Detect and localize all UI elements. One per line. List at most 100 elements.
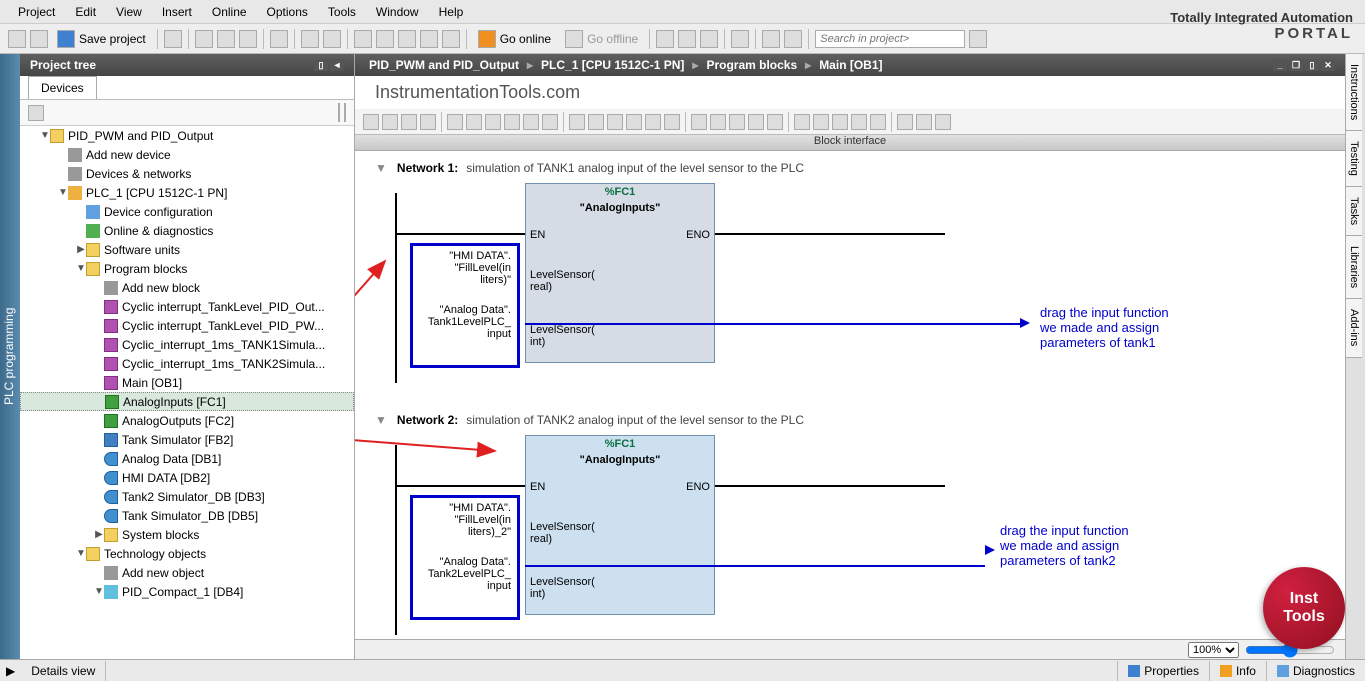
et-icon[interactable] <box>794 114 810 130</box>
tree-block-cyclic2[interactable]: Cyclic interrupt_TankLevel_PID_PW... <box>20 316 354 335</box>
tree-block-tanksimdb[interactable]: Tank Simulator_DB [DB5] <box>20 506 354 525</box>
et-icon[interactable] <box>504 114 520 130</box>
et-icon[interactable] <box>897 114 913 130</box>
et-icon[interactable] <box>767 114 783 130</box>
panel-controls[interactable]: ▯◄ <box>314 59 344 71</box>
et-icon[interactable] <box>523 114 539 130</box>
menu-insert[interactable]: Insert <box>152 5 202 19</box>
details-view-label[interactable]: Details view <box>21 661 106 681</box>
menu-online[interactable]: Online <box>202 5 257 19</box>
split-v-icon[interactable] <box>784 30 802 48</box>
tree-block-main[interactable]: Main [OB1] <box>20 373 354 392</box>
go-online-button[interactable]: Go online <box>473 27 556 51</box>
et-icon[interactable] <box>382 114 398 130</box>
tree-add-object[interactable]: Add new object <box>20 563 354 582</box>
start-icon[interactable] <box>442 30 460 48</box>
tree-block-tanksim[interactable]: Tank Simulator [FB2] <box>20 430 354 449</box>
tree-system-blocks[interactable]: ▶System blocks <box>20 525 354 544</box>
project-tree[interactable]: ▼PID_PWM and PID_Output Add new device D… <box>20 126 354 659</box>
tree-view2-icon[interactable] <box>344 103 346 122</box>
et-icon[interactable] <box>832 114 848 130</box>
zoom-select[interactable]: 100% <box>1188 642 1239 658</box>
tree-software-units[interactable]: ▶Software units <box>20 240 354 259</box>
tree-block-analogdata[interactable]: Analog Data [DB1] <box>20 449 354 468</box>
et-icon[interactable] <box>542 114 558 130</box>
tree-block-analoginputs[interactable]: AnalogInputs [FC1] <box>20 392 354 411</box>
tree-block-cyclic1[interactable]: Cyclic interrupt_TankLevel_PID_Out... <box>20 297 354 316</box>
menu-window[interactable]: Window <box>366 5 429 19</box>
et-icon[interactable] <box>729 114 745 130</box>
tree-pid-compact[interactable]: ▼PID_Compact_1 [DB4] <box>20 582 354 601</box>
tree-tool-icon[interactable] <box>28 105 44 121</box>
et-icon[interactable] <box>485 114 501 130</box>
et-icon[interactable] <box>748 114 764 130</box>
et-icon[interactable] <box>363 114 379 130</box>
editor-window-controls[interactable]: _❐▯✕ <box>1273 59 1335 71</box>
tab-properties[interactable]: Properties <box>1117 661 1209 681</box>
et-icon[interactable] <box>851 114 867 130</box>
tab-testing[interactable]: Testing <box>1346 131 1362 187</box>
tree-tech-objects[interactable]: ▼Technology objects <box>20 544 354 563</box>
et-icon[interactable] <box>916 114 932 130</box>
download-icon[interactable] <box>354 30 372 48</box>
et-icon[interactable] <box>420 114 436 130</box>
tree-block-hmidata[interactable]: HMI DATA [DB2] <box>20 468 354 487</box>
tree-block-tank2sim[interactable]: Tank2 Simulator_DB [DB3] <box>20 487 354 506</box>
monitor-icon[interactable] <box>678 30 696 48</box>
et-icon[interactable] <box>466 114 482 130</box>
tree-block-cyclic3[interactable]: Cyclic_interrupt_1ms_TANK1Simula... <box>20 335 354 354</box>
disconnect-icon[interactable] <box>731 30 749 48</box>
print-icon[interactable] <box>164 30 182 48</box>
tab-libraries[interactable]: Libraries <box>1346 236 1362 299</box>
menu-view[interactable]: View <box>106 5 152 19</box>
save-project-button[interactable]: Save project <box>52 27 151 51</box>
et-icon[interactable] <box>607 114 623 130</box>
tree-block-cyclic4[interactable]: Cyclic_interrupt_1ms_TANK2Simula... <box>20 354 354 373</box>
et-icon[interactable] <box>626 114 642 130</box>
devices-tab[interactable]: Devices <box>28 76 97 99</box>
paste-icon[interactable] <box>239 30 257 48</box>
delete-icon[interactable] <box>270 30 288 48</box>
tab-instructions[interactable]: Instructions <box>1346 54 1362 131</box>
tree-device-config[interactable]: Device configuration <box>20 202 354 221</box>
menu-edit[interactable]: Edit <box>65 5 106 19</box>
menu-options[interactable]: Options <box>257 5 318 19</box>
et-icon[interactable] <box>691 114 707 130</box>
tab-tasks[interactable]: Tasks <box>1346 187 1362 236</box>
tree-diagnostics[interactable]: Online & diagnostics <box>20 221 354 240</box>
tree-plc[interactable]: ▼PLC_1 [CPU 1512C-1 PN] <box>20 183 354 202</box>
redo-icon[interactable] <box>323 30 341 48</box>
et-icon[interactable] <box>664 114 680 130</box>
block-interface-bar[interactable]: Block interface <box>355 135 1345 151</box>
tree-root[interactable]: ▼PID_PWM and PID_Output <box>20 126 354 145</box>
copy-icon[interactable] <box>217 30 235 48</box>
et-icon[interactable] <box>645 114 661 130</box>
sim-icon[interactable] <box>420 30 438 48</box>
tree-devices-networks[interactable]: Devices & networks <box>20 164 354 183</box>
compile-icon[interactable] <box>398 30 416 48</box>
tab-info[interactable]: Info <box>1209 661 1266 681</box>
upload-icon[interactable] <box>376 30 394 48</box>
left-side-tab[interactable]: PLC programming <box>0 54 20 659</box>
et-icon[interactable] <box>870 114 886 130</box>
cut-icon[interactable] <box>195 30 213 48</box>
menu-project[interactable]: Project <box>8 5 65 19</box>
tree-program-blocks[interactable]: ▼Program blocks <box>20 259 354 278</box>
tab-diagnostics[interactable]: Diagnostics <box>1266 661 1365 681</box>
accessible-icon[interactable] <box>656 30 674 48</box>
search-icon[interactable] <box>969 30 987 48</box>
tree-add-device[interactable]: Add new device <box>20 145 354 164</box>
et-icon[interactable] <box>813 114 829 130</box>
tab-addins[interactable]: Add-ins <box>1346 299 1362 357</box>
et-icon[interactable] <box>588 114 604 130</box>
menu-tools[interactable]: Tools <box>318 5 366 19</box>
open-project-icon[interactable] <box>30 30 48 48</box>
search-input[interactable] <box>815 30 965 48</box>
et-icon[interactable] <box>710 114 726 130</box>
fc-block-1[interactable]: %FC1 "AnalogInputs" EN ENO LevelSensor( … <box>525 183 715 363</box>
new-project-icon[interactable] <box>8 30 26 48</box>
tree-add-block[interactable]: Add new block <box>20 278 354 297</box>
et-icon[interactable] <box>569 114 585 130</box>
cross-ref-icon[interactable] <box>700 30 718 48</box>
tree-view1-icon[interactable] <box>338 103 340 122</box>
